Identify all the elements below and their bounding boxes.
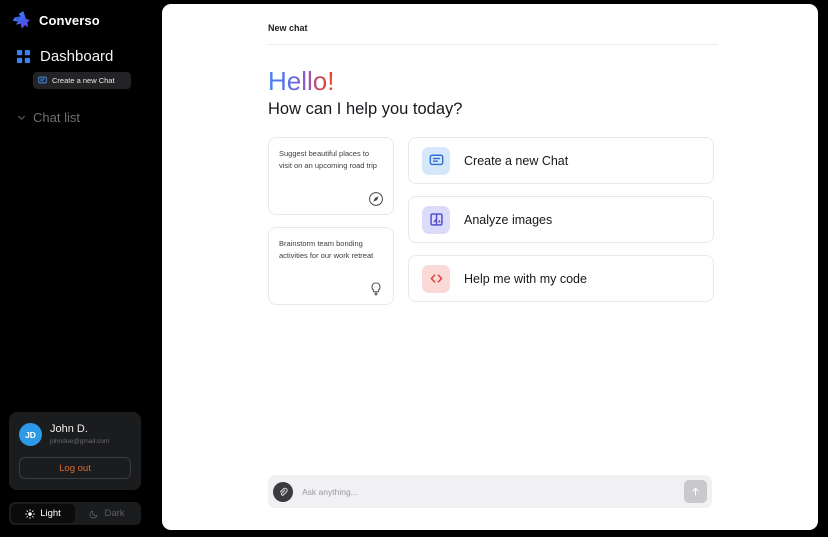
user-identity: John D. johndoe@gmail.com — [50, 423, 109, 446]
suggestion-card-brainstorm[interactable]: Brainstorm team bonding activities for o… — [268, 227, 394, 305]
attach-button[interactable] — [273, 481, 293, 502]
grid-icon — [16, 49, 31, 64]
action-analyze-images[interactable]: Analyze images — [408, 196, 714, 243]
action-label: Create a new Chat — [464, 153, 569, 168]
chat-bubble-icon — [38, 76, 47, 85]
composer — [268, 475, 712, 508]
action-label: Help me with my code — [464, 271, 587, 286]
theme-toggle[interactable]: Light Dark — [9, 502, 141, 525]
content-grid: Suggest beautiful places to visit on an … — [268, 137, 714, 305]
page-title: New chat — [268, 23, 308, 33]
paperclip-icon — [278, 487, 288, 497]
panel-header: New chat — [162, 4, 818, 36]
suggestion-column: Suggest beautiful places to visit on an … — [268, 137, 394, 305]
chat-list-label: Chat list — [33, 110, 80, 125]
sun-icon — [25, 508, 36, 519]
user-summary: JD John D. johndoe@gmail.com — [19, 423, 131, 446]
greeting-subtitle: How can I help you today? — [268, 99, 463, 118]
moon-icon — [89, 509, 99, 519]
sidebar: Converso Dashboard Create a new Chat Cha… — [0, 0, 150, 537]
action-label: Analyze images — [464, 212, 553, 227]
sidebar-item-dashboard[interactable]: Dashboard — [0, 31, 150, 65]
search-input[interactable] — [293, 486, 684, 497]
arrow-up-icon — [690, 486, 701, 497]
theme-option-light[interactable]: Light — [11, 504, 75, 523]
brand-name: Converso — [39, 12, 100, 28]
sidebar-section-chat-list[interactable]: Chat list — [0, 89, 150, 125]
greeting-block: Hello! How can I help you today? — [162, 45, 818, 119]
action-help-with-code[interactable]: Help me with my code — [408, 255, 714, 302]
theme-option-dark[interactable]: Dark — [75, 504, 139, 523]
action-column: Create a new Chat Analyze images Help me… — [408, 137, 714, 305]
brand: Converso — [0, 0, 150, 31]
chevron-down-icon — [17, 113, 26, 122]
send-button[interactable] — [684, 480, 707, 503]
main-panel: New chat Hello! How can I help you today… — [162, 4, 818, 530]
create-new-chat-button[interactable]: Create a new Chat — [33, 72, 131, 89]
composer-bar — [268, 475, 712, 508]
chat-bubble-icon — [422, 146, 450, 175]
lightning-bolt-logo-icon — [10, 9, 32, 31]
theme-light-label: Light — [40, 508, 61, 519]
suggestion-text: Brainstorm team bonding activities for o… — [279, 239, 374, 260]
greeting-hello: Hello! — [268, 66, 335, 96]
image-icon — [422, 205, 450, 234]
user-email: johndoe@gmail.com — [50, 437, 110, 445]
suggestion-card-travel[interactable]: Suggest beautiful places to visit on an … — [268, 137, 394, 215]
code-icon — [422, 264, 450, 293]
theme-dark-label: Dark — [104, 508, 125, 519]
user-card: JD John D. johndoe@gmail.com Log out — [9, 412, 141, 490]
action-create-new-chat[interactable]: Create a new Chat — [408, 137, 714, 184]
logout-button[interactable]: Log out — [19, 457, 131, 479]
compass-icon — [368, 191, 384, 207]
suggestion-text: Suggest beautiful places to visit on an … — [279, 149, 377, 170]
create-new-chat-label: Create a new Chat — [52, 76, 115, 85]
avatar: JD — [19, 423, 42, 446]
app-root: Converso Dashboard Create a new Chat Cha… — [0, 0, 828, 537]
dashboard-label: Dashboard — [40, 48, 114, 65]
user-name: John D. — [50, 423, 88, 436]
lightbulb-icon — [368, 281, 384, 297]
